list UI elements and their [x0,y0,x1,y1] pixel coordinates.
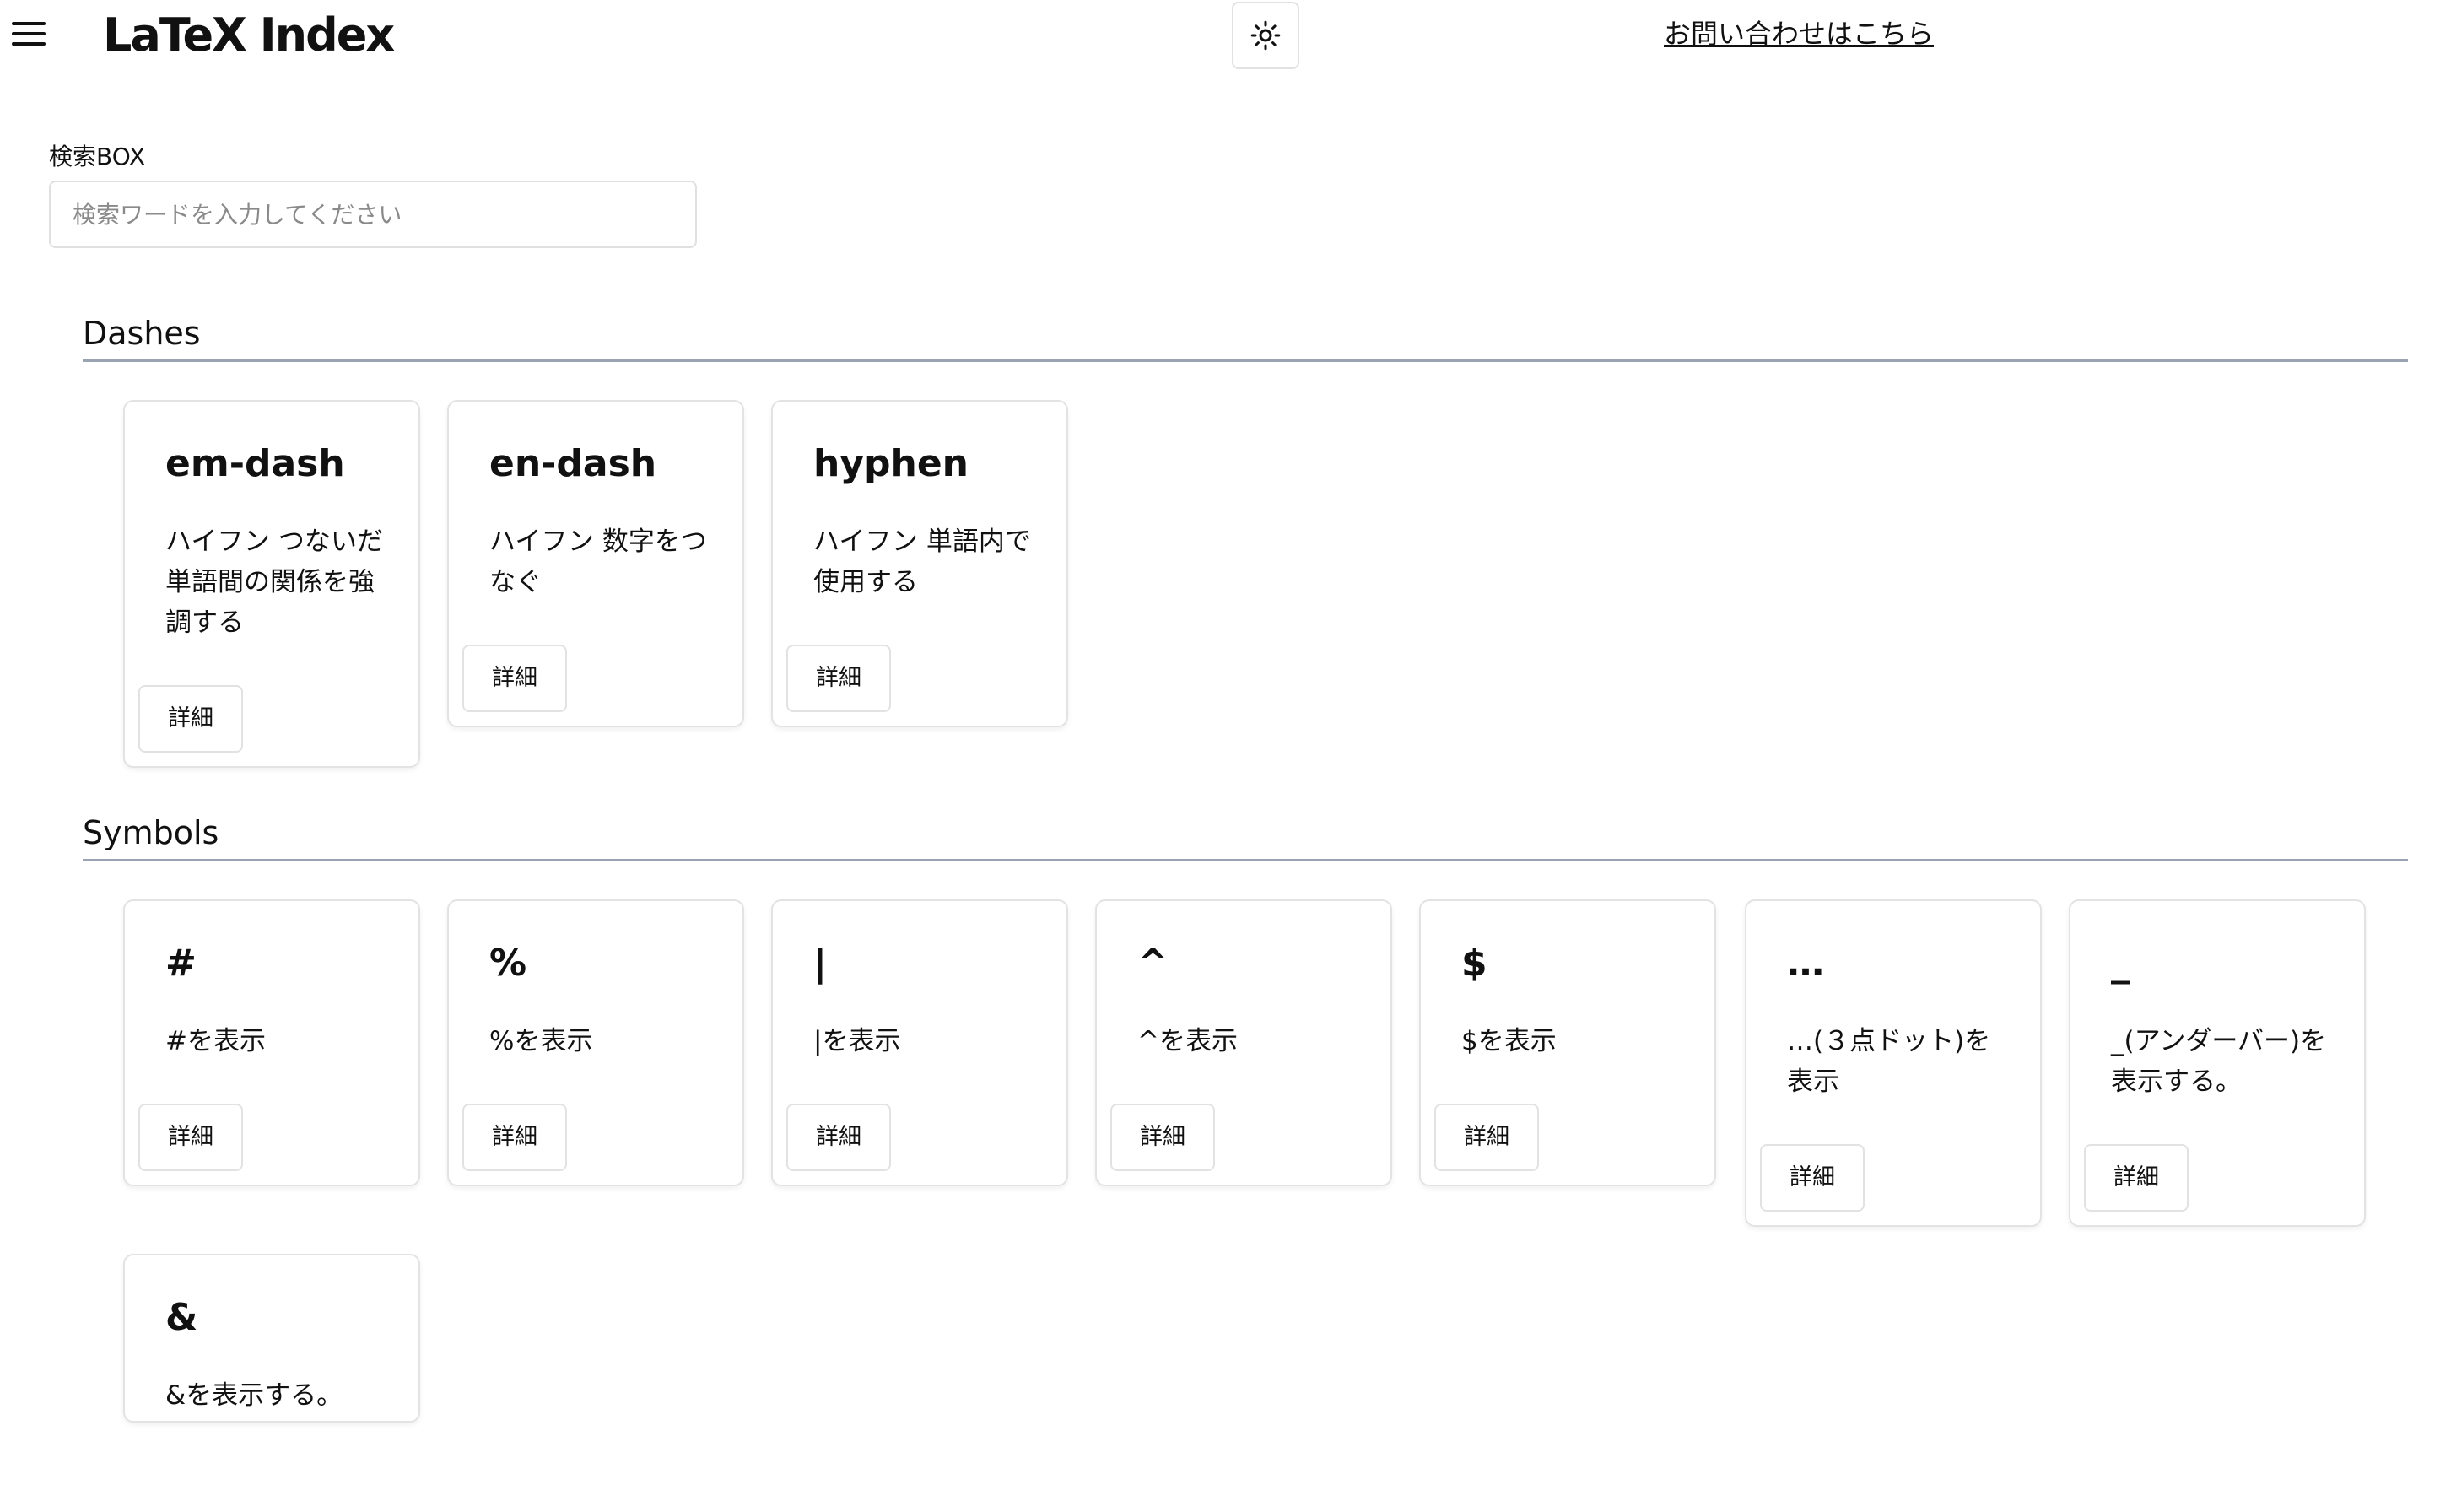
card-hyphen: hyphen ハイフン 単語内で使用する 詳細 [771,400,1068,727]
card-caret: ^ ^を表示 詳細 [1095,899,1392,1186]
contact-link[interactable]: お問い合わせはこちら [1664,15,1934,52]
card-pipe: | |を表示 詳細 [771,899,1068,1186]
card-title: ^ [1137,942,1169,985]
card-title: # [165,942,197,985]
card-title: $ [1461,942,1487,985]
search-input[interactable] [49,181,697,248]
card-title: & [165,1296,198,1339]
card-description: ハイフン つないだ単語間の関係を強調する [165,526,383,638]
card-ellipsis: … …(３点ドット)を表示 詳細 [1745,899,2042,1227]
theme-toggle-button[interactable] [1232,2,1299,69]
section-title-dashes: Dashes [83,312,2408,362]
card-underscore: _ _(アンダーバー)を表示する。 詳細 [2069,899,2366,1227]
card-en-dash: en-dash ハイフン 数字をつなぐ 詳細 [447,400,744,727]
card-ampersand: & &を表示する。 [123,1254,420,1423]
app-header: LaTeX Index お問い合わせはこちら [0,0,2440,71]
card-title: en-dash [489,442,657,485]
card-em-dash: em-dash ハイフン つないだ単語間の関係を強調する 詳細 [123,400,420,768]
card-title: _ [2111,942,2130,985]
card-title: em-dash [165,442,345,485]
card-description: ハイフン 数字をつなぐ [489,526,707,597]
hamburger-menu-icon[interactable] [10,19,47,52]
detail-button[interactable]: 詳細 [138,1104,243,1171]
detail-button[interactable]: 詳細 [2084,1144,2189,1212]
card-description: #を表示 [165,1026,266,1056]
card-description: _(アンダーバー)を表示する。 [2111,1026,2327,1097]
detail-button[interactable]: 詳細 [1760,1144,1865,1212]
card-percent: % %を表示 詳細 [447,899,744,1186]
card-description: ^を表示 [1137,1026,1238,1056]
card-title: % [489,942,527,985]
card-hash: # #を表示 詳細 [123,899,420,1186]
card-description: |を表示 [813,1026,901,1056]
card-description: &を表示する。 [165,1380,343,1411]
section-title-symbols: Symbols [83,812,2408,861]
detail-button[interactable]: 詳細 [462,1104,567,1171]
detail-button[interactable]: 詳細 [786,645,891,712]
card-title: … [1787,942,1824,985]
detail-button[interactable]: 詳細 [1434,1104,1539,1171]
card-dollar: $ $を表示 詳細 [1419,899,1716,1186]
card-description: ハイフン 単語内で使用する [813,526,1031,597]
detail-button[interactable]: 詳細 [786,1104,891,1171]
card-description: %を表示 [489,1026,593,1056]
card-description: …(３点ドット)を表示 [1787,1026,1991,1097]
search-label: 検索BOX [49,143,146,170]
detail-button[interactable]: 詳細 [138,685,243,753]
card-description: $を表示 [1461,1026,1557,1056]
sun-icon [1250,20,1281,51]
card-title: hyphen [813,442,969,485]
detail-button[interactable]: 詳細 [1110,1104,1215,1171]
site-logo[interactable]: LaTeX Index [103,5,395,66]
detail-button[interactable]: 詳細 [462,645,567,712]
card-title: | [813,942,828,985]
